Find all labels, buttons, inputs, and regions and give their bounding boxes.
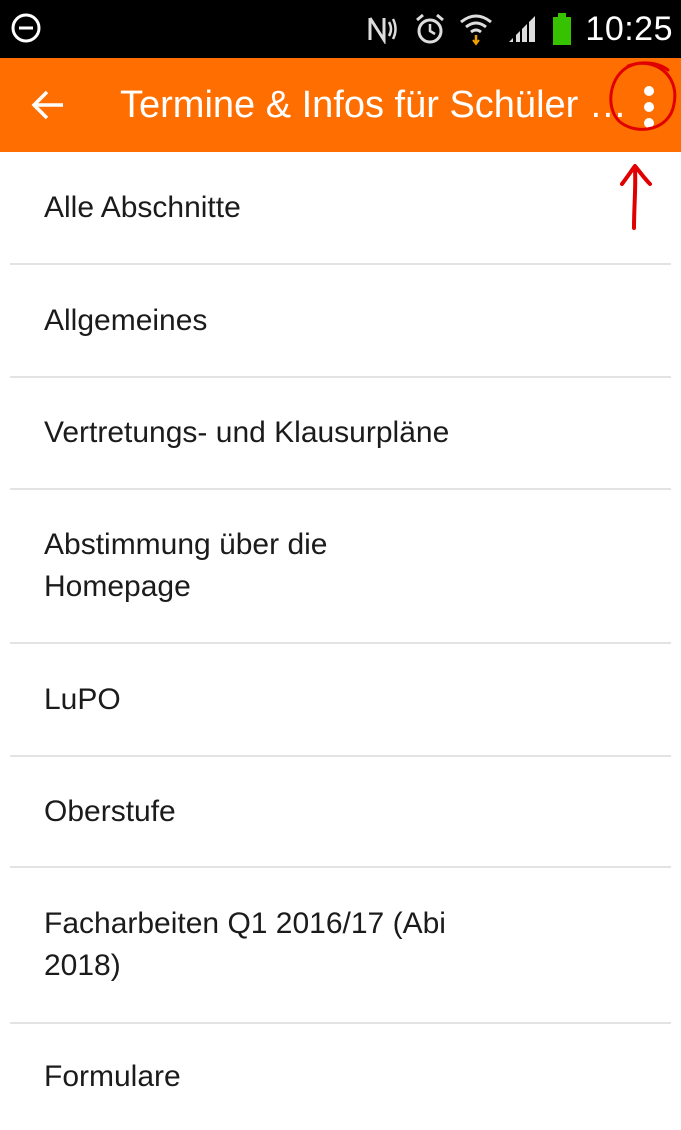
signal-icon xyxy=(505,12,539,46)
alarm-icon xyxy=(413,12,447,46)
arrow-back-icon xyxy=(31,90,63,120)
status-time: 10:25 xyxy=(585,9,673,48)
back-button[interactable] xyxy=(24,81,72,129)
list-item-label: Formulare xyxy=(44,1059,181,1093)
list-item-label: LuPO xyxy=(44,682,121,716)
status-icons: 10:25 xyxy=(367,6,673,52)
page-title: Termine & Infos für Schüler und Eltern xyxy=(120,84,628,126)
status-bar: 10:25 xyxy=(0,0,681,58)
list-item[interactable]: Formulare xyxy=(0,1024,681,1129)
do-not-disturb-icon xyxy=(10,12,42,44)
list-item[interactable]: Allgemeines xyxy=(0,265,681,376)
list-item[interactable]: Abstimmung über die Homepage xyxy=(0,490,681,642)
list-item[interactable]: Oberstufe xyxy=(0,757,681,866)
list-item[interactable]: Vertretungs- und Klausurpläne xyxy=(0,378,681,488)
list-item-label: Vertretungs- und Klausurpläne xyxy=(44,416,450,449)
list-item-label: Alle Abschnitte xyxy=(44,190,241,224)
section-list: Alle Abschnitte Allgemeines Vertretungs-… xyxy=(0,152,681,1129)
list-item-label: Oberstufe xyxy=(44,794,176,828)
list-item[interactable]: Facharbeiten Q1 2016/17 (Abi 2018) xyxy=(0,868,681,1022)
list-item-label: Allgemeines xyxy=(44,303,208,337)
list-item-label: Abstimmung über die Homepage xyxy=(44,528,328,603)
battery-icon xyxy=(551,12,573,46)
overflow-menu-button[interactable] xyxy=(626,80,672,134)
overflow-menu-icon xyxy=(644,86,654,128)
list-item[interactable]: LuPO xyxy=(0,644,681,755)
nfc-icon xyxy=(367,12,401,46)
action-bar: Termine & Infos für Schüler und Eltern xyxy=(0,58,681,152)
list-item[interactable]: Alle Abschnitte xyxy=(0,152,681,263)
wifi-icon xyxy=(459,12,493,46)
list-item-label: Facharbeiten Q1 2016/17 (Abi 2018) xyxy=(44,907,446,982)
